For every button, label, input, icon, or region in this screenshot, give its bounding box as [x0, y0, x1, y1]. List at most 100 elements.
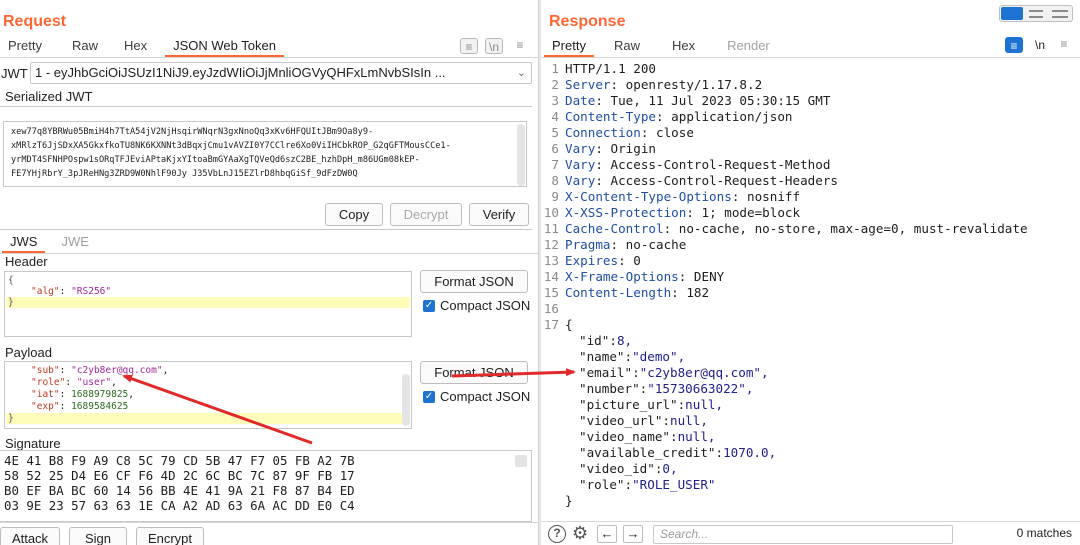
- copy-button[interactable]: Copy: [325, 203, 383, 226]
- verify-button[interactable]: Verify: [469, 203, 529, 226]
- tab-raw[interactable]: Raw: [606, 35, 648, 57]
- request-title: Request: [3, 13, 67, 30]
- payload-editor[interactable]: "sub": "c2yb8er@qq.com", "role": "user", "…: [4, 361, 412, 429]
- payload-line: "role": "user",: [31, 377, 117, 388]
- response-line: 11 Cache-Control: no-cache, no-store, max…: [541, 221, 1028, 237]
- response-line: "id":8,: [579, 333, 633, 348]
- line-number: 10: [543, 205, 559, 220]
- encrypt-button[interactable]: Encrypt: [136, 527, 204, 545]
- single-pane-icon[interactable]: [1052, 10, 1068, 18]
- header-value: openresty/1.17.8.2: [625, 77, 763, 92]
- response-line: 1 HTTP/1.1 200: [541, 61, 656, 77]
- tab-jwe[interactable]: JWE: [53, 231, 96, 253]
- action-bar: Attack Sign Encrypt: [0, 522, 538, 545]
- message-actions-icon[interactable]: ≡: [1005, 37, 1023, 53]
- payload-value: "user": [76, 377, 112, 388]
- json-key: "video_name": [579, 429, 670, 444]
- json-key: "name": [579, 349, 625, 364]
- signature-hex: 4E 41 B8 F9 A9 C8 5C 79 CD 5B 47 F7 05 F…: [4, 453, 355, 513]
- payload-label: Payload: [5, 345, 52, 360]
- tab-hex[interactable]: Hex: [664, 35, 703, 57]
- decrypt-button[interactable]: Decrypt: [390, 203, 462, 226]
- json-value: "ROLE_USER": [632, 477, 716, 492]
- menu-icon[interactable]: ≡: [1055, 36, 1073, 52]
- response-line: "role":"ROLE_USER": [579, 477, 716, 492]
- header-alg-line: "alg": "RS256": [31, 286, 112, 297]
- tab-json-web-token[interactable]: JSON Web Token: [165, 35, 284, 57]
- header-compact-json-checkbox[interactable]: ✓ Compact JSON: [423, 298, 530, 313]
- header-name: X-Content-Type-Options: [565, 189, 732, 204]
- jwt-select[interactable]: 1 - eyJhbGciOiJSUzI1NiJ9.eyJzdWIiOiJjMnl…: [30, 62, 532, 84]
- serialized-scrollbar[interactable]: [517, 124, 525, 186]
- payload-scrollbar[interactable]: [402, 374, 410, 426]
- tab-pretty[interactable]: Pretty: [544, 35, 594, 57]
- help-icon[interactable]: ?: [548, 525, 566, 543]
- header-name: Server: [565, 77, 611, 92]
- signature-hex-line: 4E 41 B8 F9 A9 C8 5C 79 CD 5B 47 F7 05 F…: [4, 453, 355, 468]
- arrow-right-icon[interactable]: →: [623, 525, 643, 543]
- payload-line: "sub": "c2yb8er@qq.com",: [31, 365, 169, 376]
- header-name: Pragma: [565, 237, 611, 252]
- json-key: "id": [579, 333, 610, 348]
- arrow-left-icon[interactable]: ←: [597, 525, 617, 543]
- split-horizontal-icon[interactable]: [1001, 7, 1023, 20]
- response-line: "name":"demo",: [579, 349, 686, 364]
- current-line-highlight: [6, 413, 402, 424]
- tab-hex[interactable]: Hex: [116, 35, 155, 57]
- sign-button[interactable]: Sign: [69, 527, 127, 545]
- tab-raw[interactable]: Raw: [64, 35, 106, 57]
- payload-format-json-button[interactable]: Format JSON: [420, 361, 528, 384]
- header-format-json-button[interactable]: Format JSON: [420, 270, 528, 293]
- json-value: null,: [670, 413, 708, 428]
- serialized-jwt-text[interactable]: xew77q8YBRWu05BmiH4h7TtA54jV2NjHsqirWNqr…: [3, 121, 527, 187]
- line-number: 16: [543, 301, 559, 316]
- request-panel: Request Pretty Raw Hex JSON Web Token ≡ …: [0, 0, 538, 545]
- header-name: Content-Length: [565, 285, 672, 300]
- line-number: 17: [543, 317, 559, 332]
- newline-toggle-icon[interactable]: \n: [485, 38, 503, 54]
- newline-toggle-icon[interactable]: \n: [1031, 37, 1049, 53]
- gear-icon[interactable]: ⚙: [572, 523, 588, 543]
- json-value: null,: [677, 429, 716, 444]
- json-value: "demo",: [632, 349, 686, 364]
- json-value: "15730663022",: [647, 381, 754, 396]
- message-actions-icon[interactable]: ≡: [460, 38, 478, 54]
- response-line: 15 Content-Length: 182: [541, 285, 709, 301]
- tab-pretty[interactable]: Pretty: [0, 35, 50, 57]
- response-line: 5 Connection: close: [541, 125, 694, 141]
- header-value: 182: [686, 285, 710, 300]
- header-value: Access-Control-Request-Method: [610, 157, 831, 172]
- response-line: 14 X-Frame-Options: DENY: [541, 269, 724, 285]
- signature-hex-line: B0 EF BA BC 60 14 56 BB 4E 41 9A 21 F8 8…: [4, 483, 355, 498]
- signature-scrollbar[interactable]: [515, 455, 527, 467]
- split-vertical-icon[interactable]: [1029, 10, 1043, 18]
- tab-render[interactable]: Render: [719, 35, 778, 57]
- line-number: 2: [551, 77, 559, 92]
- jws-tabs: JWS JWE: [2, 231, 97, 253]
- response-line: "video_url":null,: [579, 413, 708, 428]
- signature-hex-line: 58 52 25 D4 E6 CF F6 4D 2C 6C BC 7C 87 9…: [4, 468, 355, 483]
- response-line: 7 Vary: Access-Control-Request-Method: [541, 157, 830, 173]
- line-number: 5: [551, 125, 559, 140]
- request-tabs: Pretty Raw Hex JSON Web Token: [0, 35, 284, 57]
- signature-hex-line: 03 9E 23 57 63 63 1E CA A2 AD 63 6A AC D…: [4, 498, 355, 513]
- json-value: null,: [685, 397, 724, 412]
- search-input[interactable]: Search...: [653, 525, 953, 544]
- menu-icon[interactable]: ≡: [511, 37, 529, 53]
- response-line: 17 {: [541, 317, 573, 333]
- json-value: 8,: [616, 333, 633, 348]
- tab-jws[interactable]: JWS: [2, 231, 46, 253]
- attack-button[interactable]: Attack: [0, 527, 60, 545]
- compact-json-label: Compact JSON: [440, 298, 531, 313]
- response-line: "video_id":0,: [579, 461, 678, 476]
- payload-line: "exp": 1689584625: [31, 401, 129, 412]
- payload-key: "iat": [31, 389, 60, 400]
- header-name: X-XSS-Protection: [565, 205, 687, 220]
- line-number: 3: [551, 93, 559, 108]
- payload-compact-json-checkbox[interactable]: ✓ Compact JSON: [423, 389, 530, 404]
- response-line: 13 Expires: 0: [541, 253, 641, 269]
- line-number: 15: [543, 285, 559, 300]
- header-editor[interactable]: { "alg": "RS256" }: [4, 271, 412, 337]
- line-number: 14: [543, 269, 559, 284]
- header-name: Vary: [565, 173, 596, 188]
